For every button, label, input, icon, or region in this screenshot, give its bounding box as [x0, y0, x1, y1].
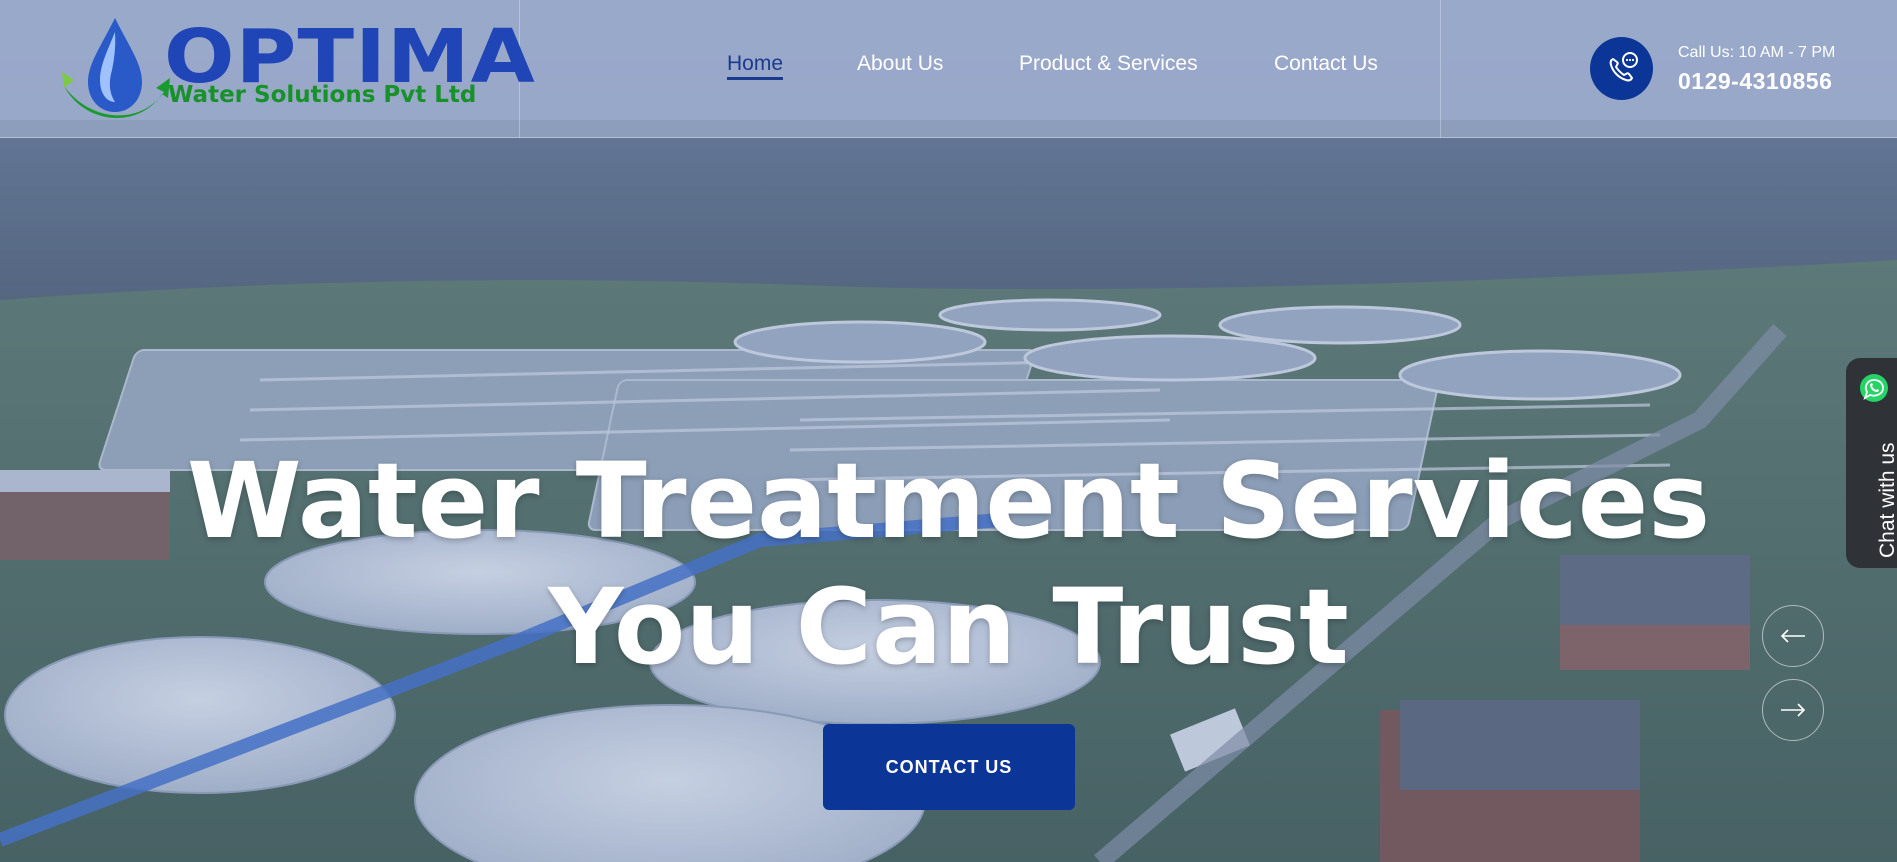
call-hours: Call Us: 10 AM - 7 PM — [1678, 44, 1836, 61]
site-header: OPTIMA Water Solutions Pvt Ltd Home Abou… — [0, 0, 1897, 138]
hero-title-line-1: Water Treatment Services — [186, 440, 1711, 562]
nav-item-product-services[interactable]: Product & Services — [1019, 52, 1198, 76]
nav-item-about-us[interactable]: About Us — [857, 52, 943, 76]
phone-chat-icon — [1609, 52, 1638, 82]
phone-number-link[interactable]: 0129-4310856 — [1678, 68, 1832, 95]
arrow-left-icon — [1780, 629, 1805, 643]
slider-next-button[interactable] — [1762, 679, 1824, 741]
hero-title: Water Treatment Services You Can Trust — [0, 438, 1897, 690]
chat-with-us-tab[interactable]: Chat with us — [1846, 358, 1897, 568]
arrow-right-icon — [1781, 703, 1806, 717]
nav-item-home[interactable]: Home — [727, 52, 784, 80]
slider-prev-button[interactable] — [1762, 605, 1824, 667]
chat-label: Chat with us — [1876, 442, 1897, 558]
hero-title-line-2: You Can Trust — [548, 566, 1349, 688]
whatsapp-icon — [1860, 374, 1888, 402]
phone-button[interactable] — [1590, 37, 1653, 100]
contact-us-button[interactable]: CONTACT US — [823, 724, 1075, 810]
nav-item-contact-us[interactable]: Contact Us — [1274, 52, 1378, 76]
